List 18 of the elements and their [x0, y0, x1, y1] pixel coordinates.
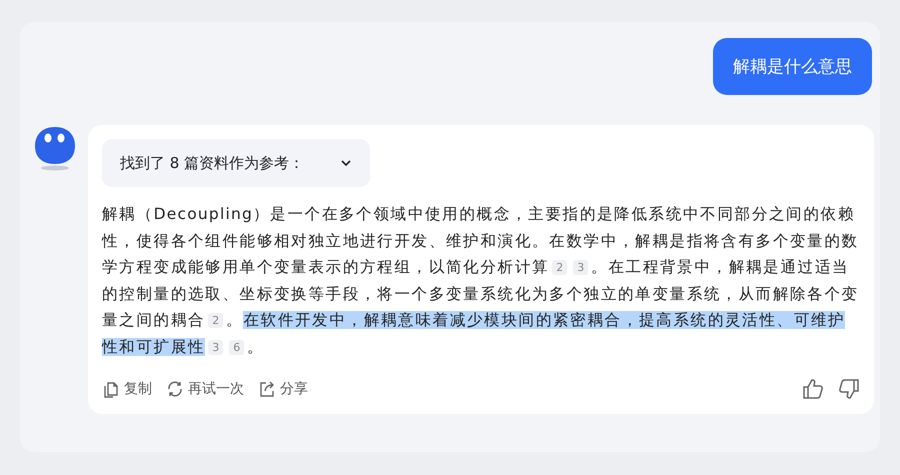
chevron-down-icon: [340, 159, 352, 167]
share-icon: [258, 380, 276, 398]
citation-link[interactable]: 2: [552, 260, 568, 275]
thumbs-down-icon[interactable]: [838, 378, 860, 400]
citation-link[interactable]: 6: [229, 340, 244, 354]
avatar-icon: [34, 125, 76, 171]
citation-link[interactable]: 3: [573, 260, 588, 275]
references-toggle[interactable]: 找到了 8 篇资料作为参考：: [102, 139, 370, 187]
retry-button[interactable]: 再试一次: [166, 380, 244, 398]
user-message: 解耦是什么意思: [713, 38, 872, 95]
share-button[interactable]: 分享: [258, 380, 308, 398]
refresh-icon: [166, 380, 184, 398]
citation-link[interactable]: 3: [208, 340, 224, 354]
citation-link[interactable]: 2: [208, 313, 224, 328]
thumbs-up-icon[interactable]: [802, 378, 824, 400]
copy-icon: [102, 380, 120, 398]
copy-button[interactable]: 复制: [102, 380, 152, 398]
answer-paragraph: 解耦（Decoupling）是一个在多个领域中使用的概念，主要指的是降低系统中不同部分之间的依赖性，使得各个组件能够相对独立地进行开发、维护和演化。在数学中，解耦是指将含有多个变量的数学方程变成能够用单个变量表示的方程组，以简化分析计算 2 3 。在工程背景中，解耦是通过适当的控制量的选取、坐标变换等手段，将一个多变量系统化为多个独立的单变量系统，从而解除各个变量之间的耦合 2 。在软件开发中，解耦意味着减少模块间的紧密耦合，提高系统的灵活性、可维护性和可扩展性 3 6 。: [102, 204, 860, 358]
